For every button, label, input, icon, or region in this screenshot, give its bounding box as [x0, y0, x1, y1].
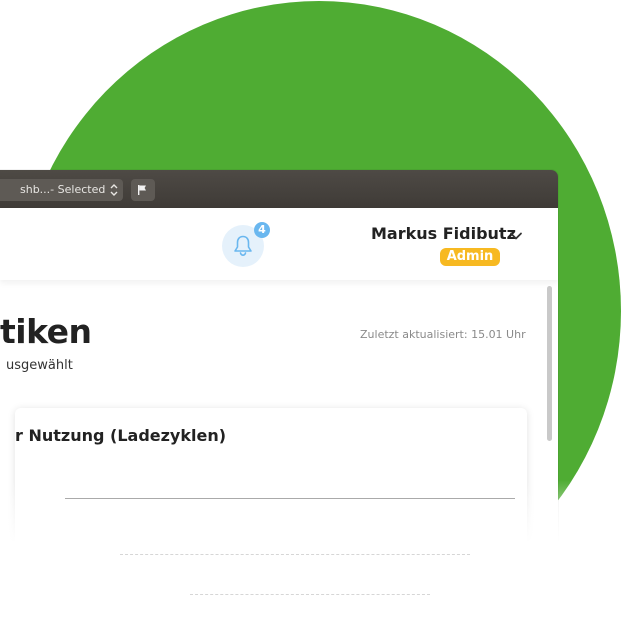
notification-count-badge: 4 [254, 222, 270, 238]
page-title: tiken [0, 312, 92, 351]
stage: shb...- Selected 4 Markus Fidibutz Admin… [0, 0, 621, 621]
app-content: 4 Markus Fidibutz Admin tiken Zuletzt ak… [0, 208, 558, 621]
flag-button[interactable] [131, 179, 155, 201]
vertical-scrollbar[interactable] [547, 286, 552, 441]
dashed-divider [190, 594, 430, 595]
flag-icon [138, 185, 146, 195]
up-down-arrows-icon [110, 184, 118, 196]
selection-subtitle: usgewählt [6, 358, 73, 373]
notifications-button[interactable]: 4 [222, 222, 270, 267]
card-title: r Nutzung (Ladezyklen) [15, 426, 227, 445]
role-badge: Admin [440, 248, 500, 266]
bell-icon [234, 235, 252, 257]
selection-popup-label: shb...- Selected [20, 183, 106, 196]
dashed-divider [120, 554, 470, 555]
window-toolbar: shb...- Selected [0, 170, 558, 209]
usage-chart-card: r Nutzung (Ladezyklen) [15, 408, 527, 588]
last-updated-text: Zuletzt aktualisiert: 15.01 Uhr [360, 328, 526, 341]
user-name[interactable]: Markus Fidibutz [371, 224, 516, 243]
selection-popup-button[interactable]: shb...- Selected [0, 179, 123, 201]
chevron-down-icon[interactable] [508, 228, 524, 244]
top-navigation-bar: 4 Markus Fidibutz Admin [0, 208, 558, 280]
chart-axis-line [65, 498, 515, 499]
